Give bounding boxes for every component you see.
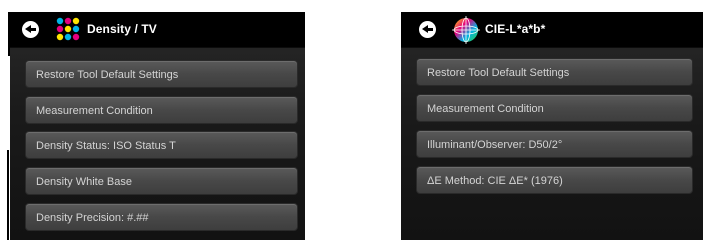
density-dots-icon <box>56 17 80 41</box>
illuminant-observer-button[interactable]: Illuminant/Observer: D50/2° <box>416 130 693 158</box>
page-title: CIE-L*a*b* <box>485 22 546 36</box>
density-white-base-button[interactable]: Density White Base <box>25 167 298 195</box>
restore-defaults-button[interactable]: Restore Tool Default Settings <box>416 58 693 86</box>
measurement-condition-button[interactable]: Measurement Condition <box>416 94 693 122</box>
back-arrow-icon[interactable] <box>419 21 436 38</box>
density-settings-panel: Density / TV Restore Tool Default Settin… <box>10 12 305 240</box>
cie-lab-sphere-icon <box>452 16 480 44</box>
restore-defaults-button[interactable]: Restore Tool Default Settings <box>25 60 298 88</box>
divider <box>7 150 9 240</box>
density-status-button[interactable]: Density Status: ISO Status T <box>25 131 298 159</box>
divider <box>8 12 10 56</box>
page-title: Density / TV <box>87 22 157 36</box>
measurement-condition-button[interactable]: Measurement Condition <box>25 96 298 124</box>
panel-header: CIE-L*a*b* <box>401 12 703 48</box>
delta-e-method-button[interactable]: ΔE Method: CIE ΔE* (1976) <box>416 166 693 194</box>
cie-lab-settings-panel: CIE-L*a*b* Restore Tool Default Settings… <box>401 12 703 240</box>
back-arrow-icon[interactable] <box>22 21 39 38</box>
panel-header: Density / TV <box>10 12 305 48</box>
density-precision-button[interactable]: Density Precision: #.## <box>25 203 298 231</box>
